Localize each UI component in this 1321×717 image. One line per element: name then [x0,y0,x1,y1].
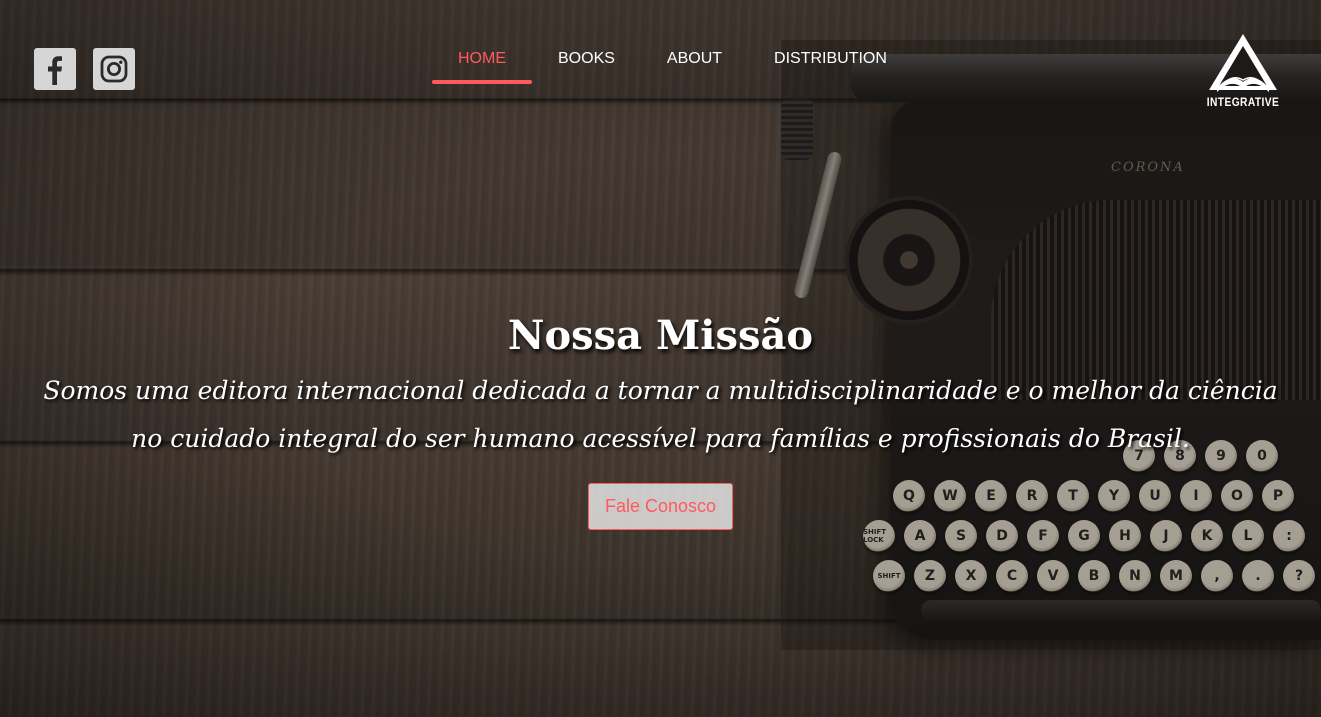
hero-section: Nossa Missão Somos uma editora internaci… [0,312,1321,530]
typewriter-key: C [996,560,1028,592]
typewriter-key: X [955,560,987,592]
typewriter-knob [781,98,813,160]
nav-about[interactable]: ABOUT [641,44,748,82]
typewriter-key: V [1037,560,1069,592]
social-links [34,48,135,90]
typewriter-brand: CORONA [1111,160,1185,175]
typewriter-key: M [1160,560,1192,592]
typewriter-key: Z [914,560,946,592]
typewriter-key: ? [1283,560,1315,592]
typewriter-key: B [1078,560,1110,592]
typewriter-key: SHIFT [873,560,905,592]
typewriter-key: . [1242,560,1274,592]
instagram-icon [100,55,128,83]
nav-home[interactable]: HOME [432,44,532,84]
typewriter-spacebar [921,600,1321,622]
typewriter-key: , [1201,560,1233,592]
site-logo[interactable]: INTEGRATIVE [1199,32,1287,114]
hero-title: Nossa Missão [507,312,814,359]
nav-distribution[interactable]: DISTRIBUTION [748,44,913,82]
typewriter-ribbon-spool [849,200,969,320]
main-nav: HOME BOOKS ABOUT DISTRIBUTION [432,44,913,84]
mission-text: Somos uma editora internacional dedicada… [43,376,1278,453]
typewriter-key: N [1119,560,1151,592]
logo-text: INTEGRATIVE [1206,95,1280,109]
instagram-link[interactable] [93,48,135,90]
facebook-link[interactable] [34,48,76,90]
nav-books[interactable]: BOOKS [532,44,641,82]
facebook-icon [48,56,62,85]
typewriter-lever [793,150,843,300]
key-row-bottom: SHIFT Z X C V B N M,.? [873,560,1315,592]
contact-button[interactable]: Fale Conosco [587,483,734,530]
book-pyramid-logo-icon [1209,34,1277,92]
